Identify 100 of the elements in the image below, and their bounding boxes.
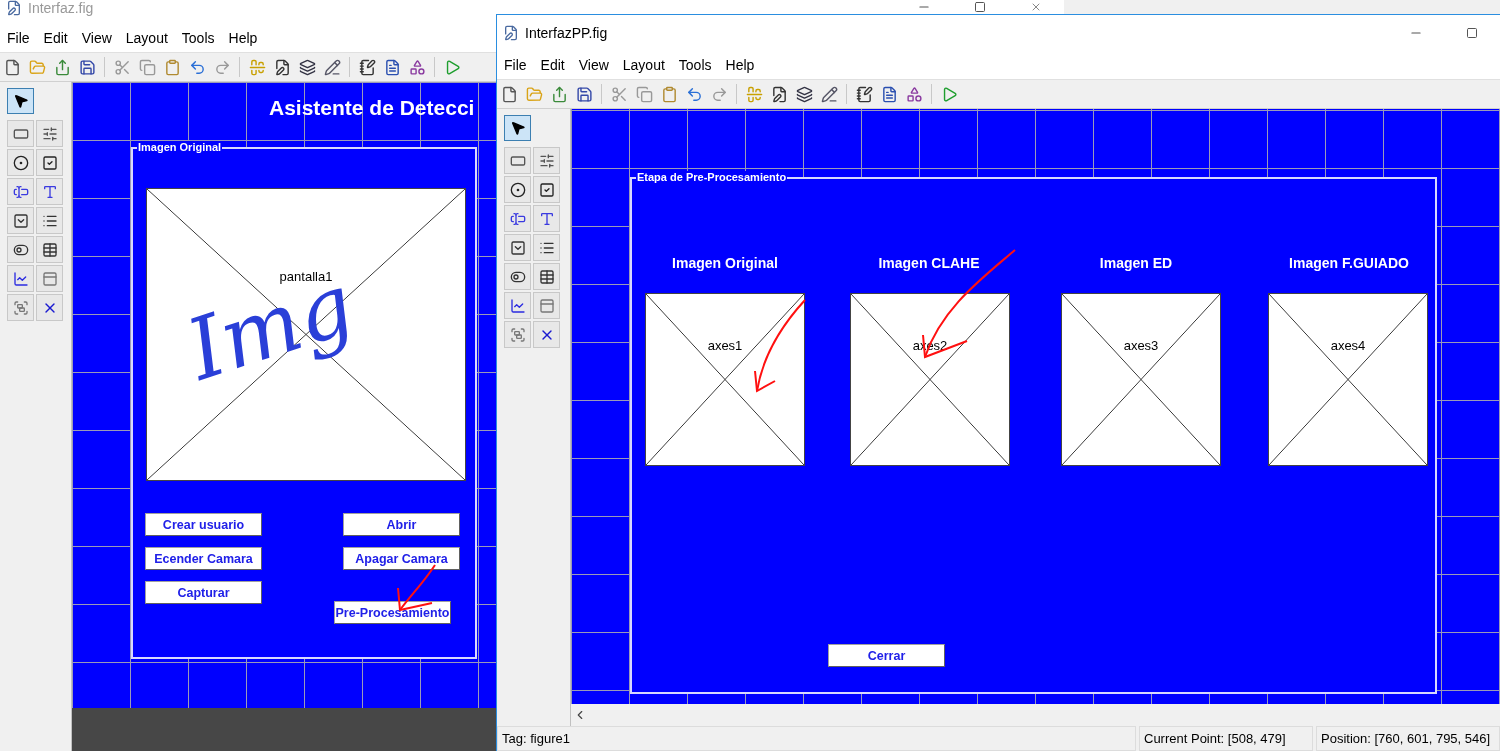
redo-icon [213,58,231,76]
menu-item[interactable]: File [0,30,37,46]
editor-icon [770,85,788,103]
static-text-icon [538,210,555,227]
palette-button[interactable] [36,236,63,263]
table-icon [538,268,555,285]
panel-icon [538,297,555,314]
palette-button[interactable] [533,234,560,261]
palette-button[interactable] [533,176,560,203]
palette-button[interactable] [7,120,34,147]
table-icon [41,241,58,258]
palette-button[interactable] [36,294,63,321]
axes-heading: Imagen ED [1099,255,1173,271]
cut-icon [610,85,628,103]
popup-menu-icon [12,212,29,229]
palette-button[interactable] [533,147,560,174]
push-button[interactable]: Capturar [145,581,262,604]
editor-icon [273,58,291,76]
close-icon [1030,1,1042,13]
new-file-icon [500,85,518,103]
save-icon [575,85,593,103]
select-tool[interactable] [504,115,531,141]
undo-icon [685,85,703,103]
push-button[interactable]: Apagar Camara [343,547,460,570]
slider-icon [41,125,58,142]
maximize-icon [1466,27,1478,39]
push-button[interactable]: Cerrar [828,644,945,667]
redo-icon [710,85,728,103]
palette-button[interactable] [7,149,34,176]
panel-title: Etapa de Pre-Procesamiento [636,171,788,184]
palette-button[interactable] [7,178,34,205]
checkbox-icon [41,154,58,171]
palette-button[interactable] [504,263,531,290]
copy-icon [138,58,156,76]
menu-item[interactable]: Layout [615,57,672,73]
menu-item[interactable]: Layout [118,30,175,46]
align-icon [248,58,266,76]
menu-item[interactable]: Help [718,57,762,73]
folder-icon [28,58,46,76]
radio-button-icon [509,181,526,198]
axes-label: axes4 [1330,337,1366,353]
folder-icon [525,85,543,103]
axes-label: pantalla1 [279,268,333,284]
paste-icon [660,85,678,103]
axes-icon [509,297,526,314]
menu-item[interactable]: Help [221,30,265,46]
status-current-point: Current Point: [508, 479] [1139,726,1313,751]
axes-icon [12,270,29,287]
push-button[interactable]: Crear usuario [145,513,262,536]
select-tool[interactable] [7,88,34,114]
pencil-icon [323,58,341,76]
menu-item[interactable]: View [571,57,616,73]
document-icon [383,58,401,76]
shapes-icon [408,58,426,76]
palette-button[interactable] [7,236,34,263]
menu-item[interactable]: Tools [671,57,719,73]
radio-button-icon [12,154,29,171]
tab-order-icon [298,58,316,76]
status-position: Position: [760, 601, 795, 546] [1316,726,1500,751]
pointer-icon [509,120,526,136]
axes-label: axes1 [707,337,743,353]
static-text-icon [41,183,58,200]
copy-icon [635,85,653,103]
palette-button[interactable] [533,263,560,290]
axes-label: axes3 [1123,337,1159,353]
paste-icon [163,58,181,76]
window-title: Interfaz.fig [28,0,94,16]
button-group-icon [12,299,29,316]
palette-button[interactable] [504,205,531,232]
save-icon [78,58,96,76]
palette-button[interactable] [36,149,63,176]
palette-button[interactable] [36,178,63,205]
palette-button[interactable] [504,147,531,174]
palette-button[interactable] [36,120,63,147]
palette-button[interactable] [36,207,63,234]
document-icon [880,85,898,103]
export-icon [53,58,71,76]
export-icon [550,85,568,103]
axes-heading: Imagen F.GUIADO [1289,255,1409,271]
menu-item[interactable]: Tools [174,30,222,46]
menu-item[interactable]: File [497,57,534,73]
shapes-icon [905,85,923,103]
push-button[interactable]: Ecender Camara [145,547,262,570]
notebook-icon [855,85,873,103]
push-button[interactable]: Pre-Procesamiento [334,601,451,624]
cut-icon [113,58,131,76]
push-button[interactable]: Abrir [343,513,460,536]
undo-icon [188,58,206,76]
new-file-icon [3,58,21,76]
tab-order-icon [795,85,813,103]
palette-button[interactable] [533,205,560,232]
align-icon [745,85,763,103]
edit-text-icon [12,183,29,200]
palette-button[interactable] [533,321,560,348]
menu-item[interactable]: Edit [533,57,572,73]
menu-item[interactable]: Edit [36,30,75,46]
maximize-icon [974,1,986,13]
menu-item[interactable]: View [74,30,119,46]
palette-button[interactable] [504,176,531,203]
app-icon [6,0,22,16]
